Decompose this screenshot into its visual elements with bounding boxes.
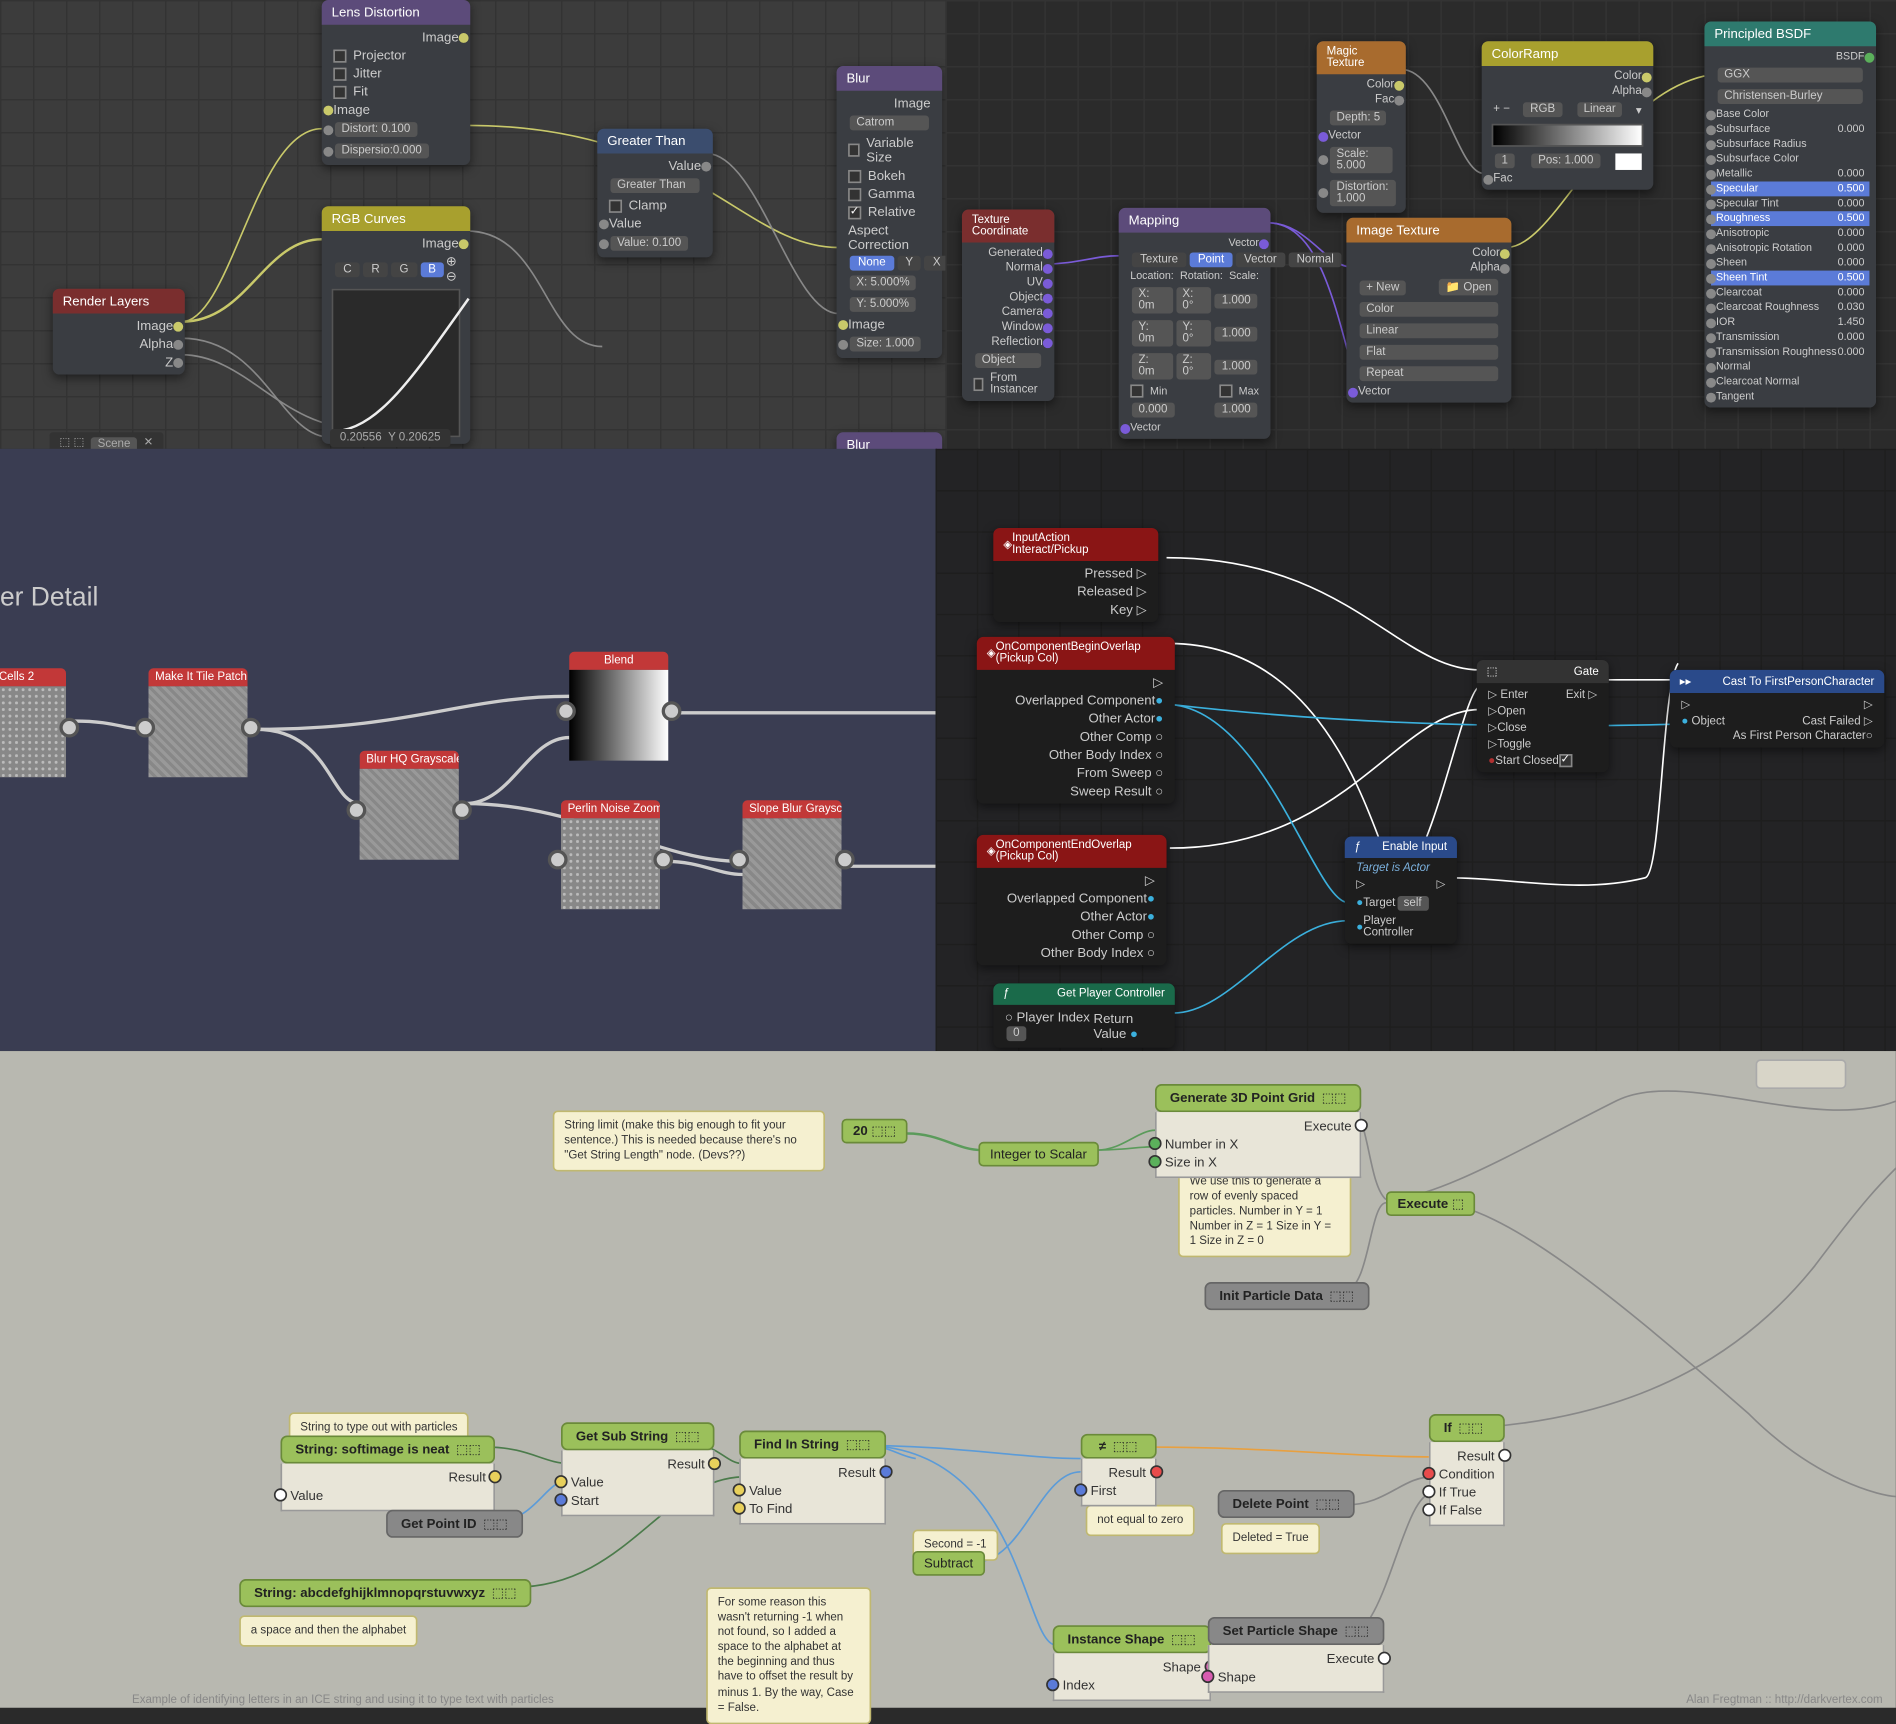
sub-node[interactable]: Blend (569, 652, 668, 761)
channel-tabs[interactable]: CRGB ⊕ ⊖ (328, 252, 463, 285)
node-execute[interactable]: Execute ⬚ (1386, 1191, 1476, 1216)
node-get-pid[interactable]: Get Point ID ⬚⬚ (386, 1510, 523, 1538)
substance-panel: er Detail Cells 2 Make It Tile Patch ...… (0, 449, 936, 1051)
node-delete-point[interactable]: Delete Point ⬚⬚ (1218, 1490, 1356, 1518)
node-render-layers[interactable]: Render Layers Image Alpha Z (53, 289, 185, 375)
shading-panel: Texture Coordinate GeneratedNormalUVObje… (945, 0, 1895, 449)
node-end-overlap[interactable]: ◈ OnComponentEndOverlap (Pickup Col) ▷Ov… (977, 835, 1167, 965)
node-sub-string[interactable]: Get Sub String ⬚⬚ Result Value Start (561, 1422, 715, 1516)
node-input-action[interactable]: ◈ InputAction Interact/Pickup Pressed ▷R… (993, 528, 1158, 622)
node-color-ramp[interactable]: ColorRamp Color Alpha + −RGBLinear▾ 1Pos… (1482, 41, 1654, 190)
node-magic-texture[interactable]: Magic Texture Color Fac Depth: 5 Vector … (1317, 41, 1406, 213)
node-greater-than[interactable]: Greater Than Value Greater Than Clamp Va… (597, 129, 713, 258)
node-rgb-curves[interactable]: RGB Curves Image CRGB ⊕ ⊖ (322, 206, 471, 444)
node-set-shape[interactable]: Set Particle Shape ⬚⬚ Execute Shape (1208, 1617, 1384, 1693)
curve-widget[interactable] (332, 289, 461, 438)
title: er Detail (0, 584, 98, 614)
node-begin-overlap[interactable]: ◈ OnComponentBeginOverlap (Pickup Col) ▷… (977, 637, 1175, 804)
node-lens-distortion[interactable]: Lens Distortion Image Projector Jitter F… (322, 0, 471, 165)
node-string2[interactable]: String: abcdefghijklmnopqrstuvwxyz ⬚⬚ (239, 1579, 531, 1607)
node-instance-shape[interactable]: Instance Shape ⬚⬚ Shape Index (1053, 1625, 1211, 1701)
node-neq[interactable]: ≠ ⬚⬚ Result First (1081, 1434, 1156, 1507)
node-find-string[interactable]: Find In String ⬚⬚ Result Value To Find (739, 1431, 885, 1525)
node-20[interactable]: 20 ⬚⬚ (842, 1119, 908, 1144)
node-int-scalar[interactable]: Integer to Scalar (978, 1142, 1098, 1167)
node-init-particle[interactable]: Init Particle Data ⬚⬚ (1205, 1282, 1370, 1310)
wires (0, 0, 945, 446)
sub-node[interactable]: Perlin Noise Zoom (561, 800, 660, 909)
note-find: For some reason this wasn't returning -1… (706, 1587, 871, 1724)
footer-l: Example of identifying letters in an ICE… (132, 1695, 554, 1707)
node-principled-bsdf[interactable]: Principled BSDF BSDF GGX Christensen-Bur… (1704, 21, 1876, 407)
note-alpha: a space and then the alphabet (239, 1615, 418, 1647)
ramp-gradient[interactable] (1492, 124, 1644, 147)
sub-node[interactable]: Cells 2 (0, 668, 66, 777)
note-neq: not equal to zero (1086, 1505, 1195, 1537)
note-limit: String limit (make this big enough to fi… (553, 1110, 825, 1172)
node-subtract[interactable]: Subtract (912, 1551, 984, 1576)
sub-node[interactable]: Make It Tile Patch ... (149, 668, 248, 777)
node-blur[interactable]: Blur Image Catrom Variable Size Bokeh Ga… (837, 66, 943, 358)
blueprint-panel: ◈ InputAction Interact/Pickup Pressed ▷R… (936, 449, 1896, 1051)
toolbar-widget[interactable] (1756, 1059, 1847, 1089)
node-gen-grid[interactable]: Generate 3D Point Grid ⬚⬚ Execute Number… (1155, 1084, 1362, 1178)
note-grid: We use this to generate a row of evenly … (1178, 1167, 1351, 1259)
node-string1[interactable]: String: softimage is neat ⬚⬚ Result Valu… (281, 1436, 496, 1512)
note-del: Deleted = True (1221, 1523, 1320, 1555)
ice-panel: String limit (make this big enough to fi… (0, 1051, 1896, 1708)
node-cast[interactable]: ▸▸ Cast To FirstPersonCharacter ▷▷ ● Obj… (1670, 670, 1885, 748)
compositor-panel: Render Layers Image Alpha Z Lens Distort… (0, 0, 945, 449)
node-header: Render Layers (53, 289, 185, 314)
node-mapping[interactable]: Mapping Vector TexturePointVectorNormal … (1119, 208, 1271, 439)
sub-node[interactable]: Blur HQ Grayscale (360, 751, 459, 860)
node-get-pc[interactable]: ƒ Get Player Controller ○ Player Index 0… (993, 983, 1174, 1047)
node-tex-coord[interactable]: Texture Coordinate GeneratedNormalUVObje… (962, 210, 1054, 401)
footer-r: Alan Fregtman :: http://darkvertex.com (1686, 1695, 1882, 1707)
node-image-texture[interactable]: Image Texture Color Alpha + New📁 Open Co… (1346, 218, 1511, 403)
node-gate[interactable]: ⬚ Gate ▷ EnterExit ▷ ▷ Open ▷ Close ▷ To… (1477, 660, 1609, 772)
sub-node[interactable]: Slope Blur Grayscale (743, 800, 842, 909)
node-enable-input[interactable]: ƒ Enable Input Target is Actor ▷▷ ● Targ… (1345, 837, 1457, 944)
node-if[interactable]: If ⬚⬚ Result Condition If True If False (1429, 1414, 1505, 1526)
